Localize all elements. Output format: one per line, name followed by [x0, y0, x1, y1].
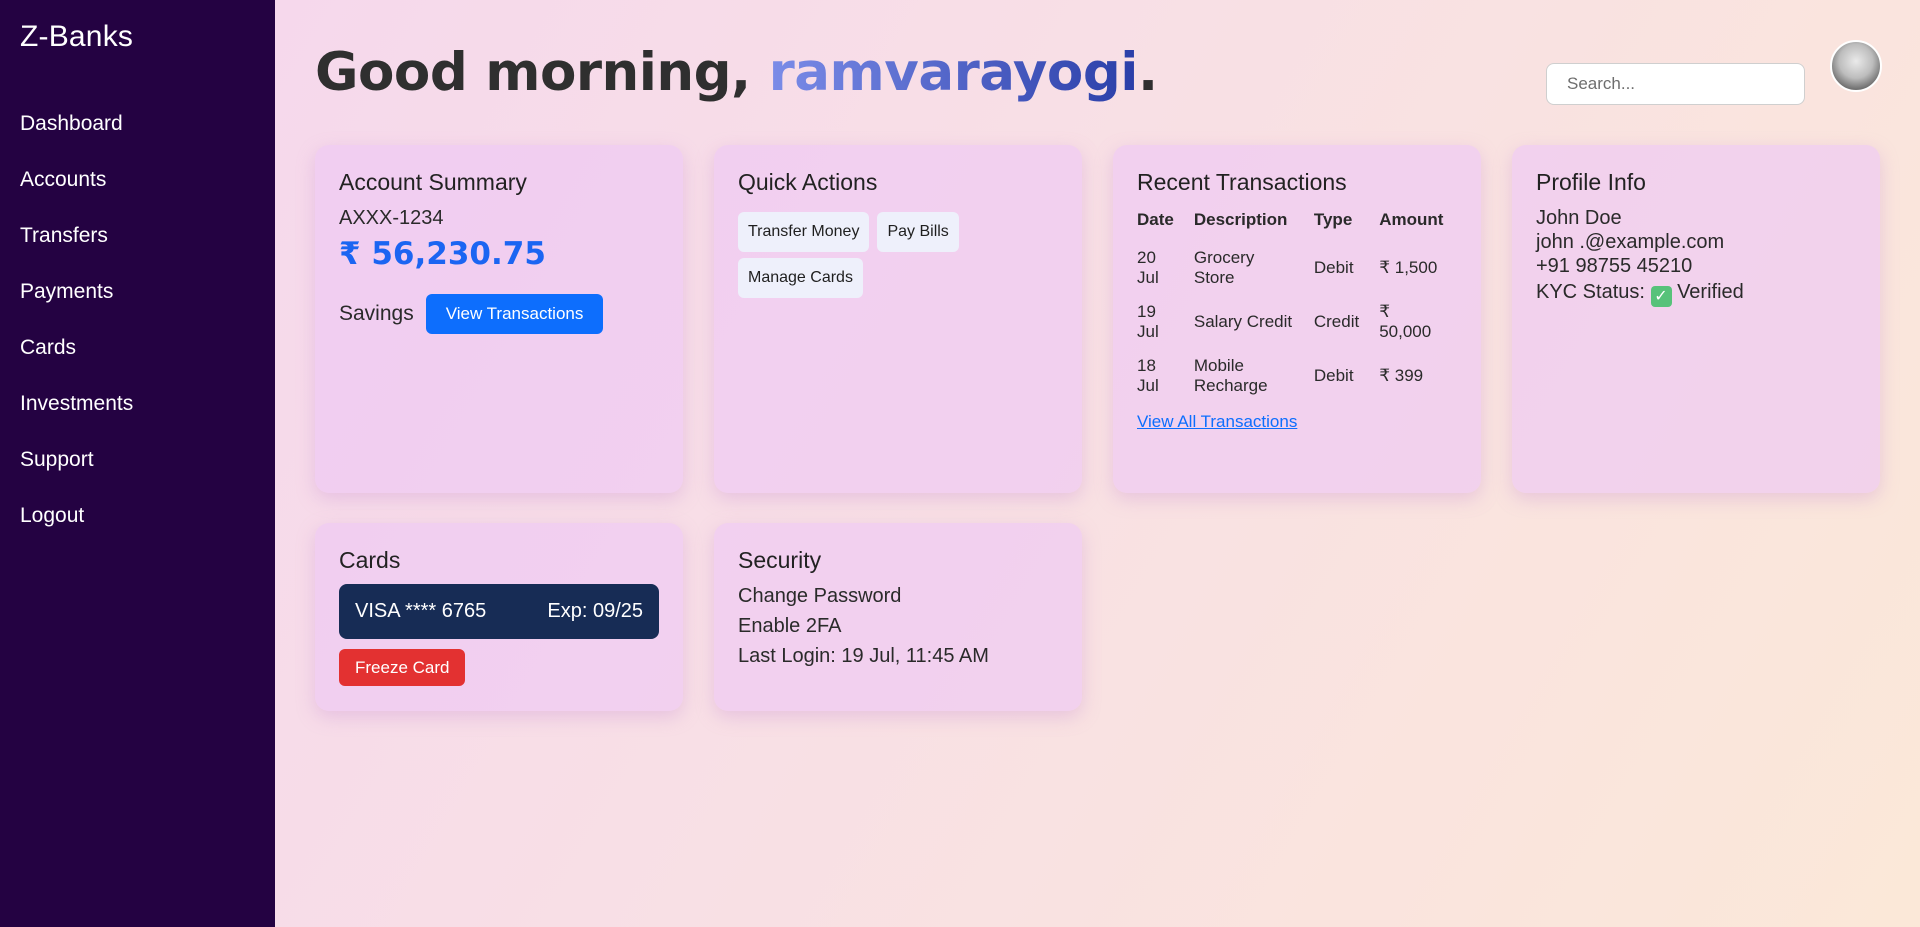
sidebar-item-logout[interactable]: Logout: [20, 499, 133, 555]
greeting-prefix: Good morning,: [315, 42, 769, 103]
profile-phone: +91 98755 45210: [1536, 255, 1693, 277]
greeting-suffix: .: [1137, 42, 1158, 103]
profile-email: john .@example.com: [1536, 231, 1725, 253]
sidebar-item-accounts[interactable]: Accounts: [20, 163, 133, 219]
card-number: VISA **** 6765: [355, 600, 487, 622]
username: ramvarayogi: [768, 42, 1139, 103]
recent-transactions-title: Recent Transactions: [1137, 169, 1347, 195]
cell-date: 20 Jul: [1137, 248, 1159, 287]
transactions-table: Date Description Type Amount 20 Jul Groc…: [1127, 206, 1453, 404]
enable-2fa-link[interactable]: Enable 2FA: [738, 614, 1058, 638]
change-password-link[interactable]: Change Password: [738, 584, 1058, 608]
col-header-type: Type: [1313, 210, 1353, 229]
view-all-transactions-link[interactable]: View All Transactions: [1137, 412, 1297, 432]
sidebar-item-support[interactable]: Support: [20, 443, 133, 499]
security-title: Security: [738, 547, 822, 573]
cards-title: Cards: [339, 547, 401, 573]
sidebar-nav: Dashboard Accounts Transfers Payments Ca…: [20, 107, 133, 555]
page-title: Good morning, ramvarayogi.: [315, 42, 1158, 103]
cell-description: Grocery Store: [1193, 248, 1255, 287]
cell-type: Credit: [1313, 312, 1360, 331]
col-header-amount: Amount: [1379, 210, 1444, 229]
account-summary-card: Account Summary AXXX-1234 ₹ 56,230.75 Sa…: [315, 145, 683, 493]
quick-actions-card: Quick Actions Transfer Money Pay Bills Ma…: [714, 145, 1082, 493]
profile-info-card: Profile Info John Doe john .@example.com…: [1512, 145, 1880, 493]
recent-transactions-card: Recent Transactions Date Description Typ…: [1113, 145, 1481, 493]
sidebar-item-dashboard[interactable]: Dashboard: [20, 107, 133, 163]
manage-cards-button[interactable]: Manage Cards: [738, 258, 863, 298]
search-input[interactable]: [1546, 63, 1805, 105]
view-transactions-button[interactable]: View Transactions: [425, 294, 604, 334]
account-summary-title: Account Summary: [339, 169, 527, 195]
last-login: Last Login: 19 Jul, 11:45 AM: [738, 645, 989, 667]
cell-description: Salary Credit: [1193, 312, 1293, 331]
account-number: AXXX-1234: [339, 207, 444, 229]
cell-date: 18 Jul: [1137, 356, 1159, 395]
kyc-status-value: Verified: [1677, 281, 1744, 303]
cell-type: Debit: [1313, 366, 1354, 385]
sidebar-item-payments[interactable]: Payments: [20, 275, 133, 331]
account-type: Savings: [339, 302, 414, 325]
cards-card: Cards VISA **** 6765 Exp: 09/25 Freeze C…: [315, 523, 683, 711]
cell-date: 19 Jul: [1137, 302, 1159, 341]
transfer-money-button[interactable]: Transfer Money: [738, 212, 870, 252]
freeze-card-button[interactable]: Freeze Card: [339, 649, 466, 686]
cell-amount: ₹ 50,000: [1379, 302, 1432, 341]
profile-name: John Doe: [1536, 207, 1622, 229]
brand-logo[interactable]: Z-Banks: [20, 20, 133, 54]
sidebar-item-investments[interactable]: Investments: [20, 387, 133, 443]
main-content: Good morning, ramvarayogi. Account Summa…: [275, 0, 1920, 927]
table-row: 19 Jul Salary Credit Credit ₹ 50,000: [1127, 296, 1453, 350]
col-header-description: Description: [1193, 210, 1288, 229]
cell-amount: ₹ 1,500: [1379, 258, 1438, 277]
col-header-date: Date: [1137, 210, 1174, 229]
pay-bills-button[interactable]: Pay Bills: [877, 212, 959, 252]
account-balance: ₹ 56,230.75: [339, 236, 546, 272]
sidebar-item-transfers[interactable]: Transfers: [20, 219, 133, 275]
cell-description: Mobile Recharge: [1193, 356, 1268, 395]
table-row: 20 Jul Grocery Store Debit ₹ 1,500: [1127, 242, 1453, 296]
cell-amount: ₹ 399: [1379, 366, 1424, 385]
kyc-status: KYC Status: ✓ Verified: [1536, 280, 1856, 307]
quick-actions-title: Quick Actions: [738, 169, 878, 195]
profile-info-title: Profile Info: [1536, 169, 1646, 195]
card-expiry: Exp: 09/25: [547, 600, 643, 622]
avatar[interactable]: [1830, 40, 1882, 92]
kyc-status-label: KYC Status:: [1536, 281, 1645, 303]
visa-card[interactable]: VISA **** 6765 Exp: 09/25: [339, 584, 659, 639]
table-row: 18 Jul Mobile Recharge Debit ₹ 399: [1127, 350, 1453, 404]
sidebar-item-cards[interactable]: Cards: [20, 331, 133, 387]
security-card: Security Change Password Enable 2FA Last…: [714, 523, 1082, 711]
sidebar: Z-Banks Dashboard Accounts Transfers Pay…: [0, 0, 275, 927]
check-icon: ✓: [1650, 286, 1672, 307]
cell-type: Debit: [1313, 258, 1354, 277]
